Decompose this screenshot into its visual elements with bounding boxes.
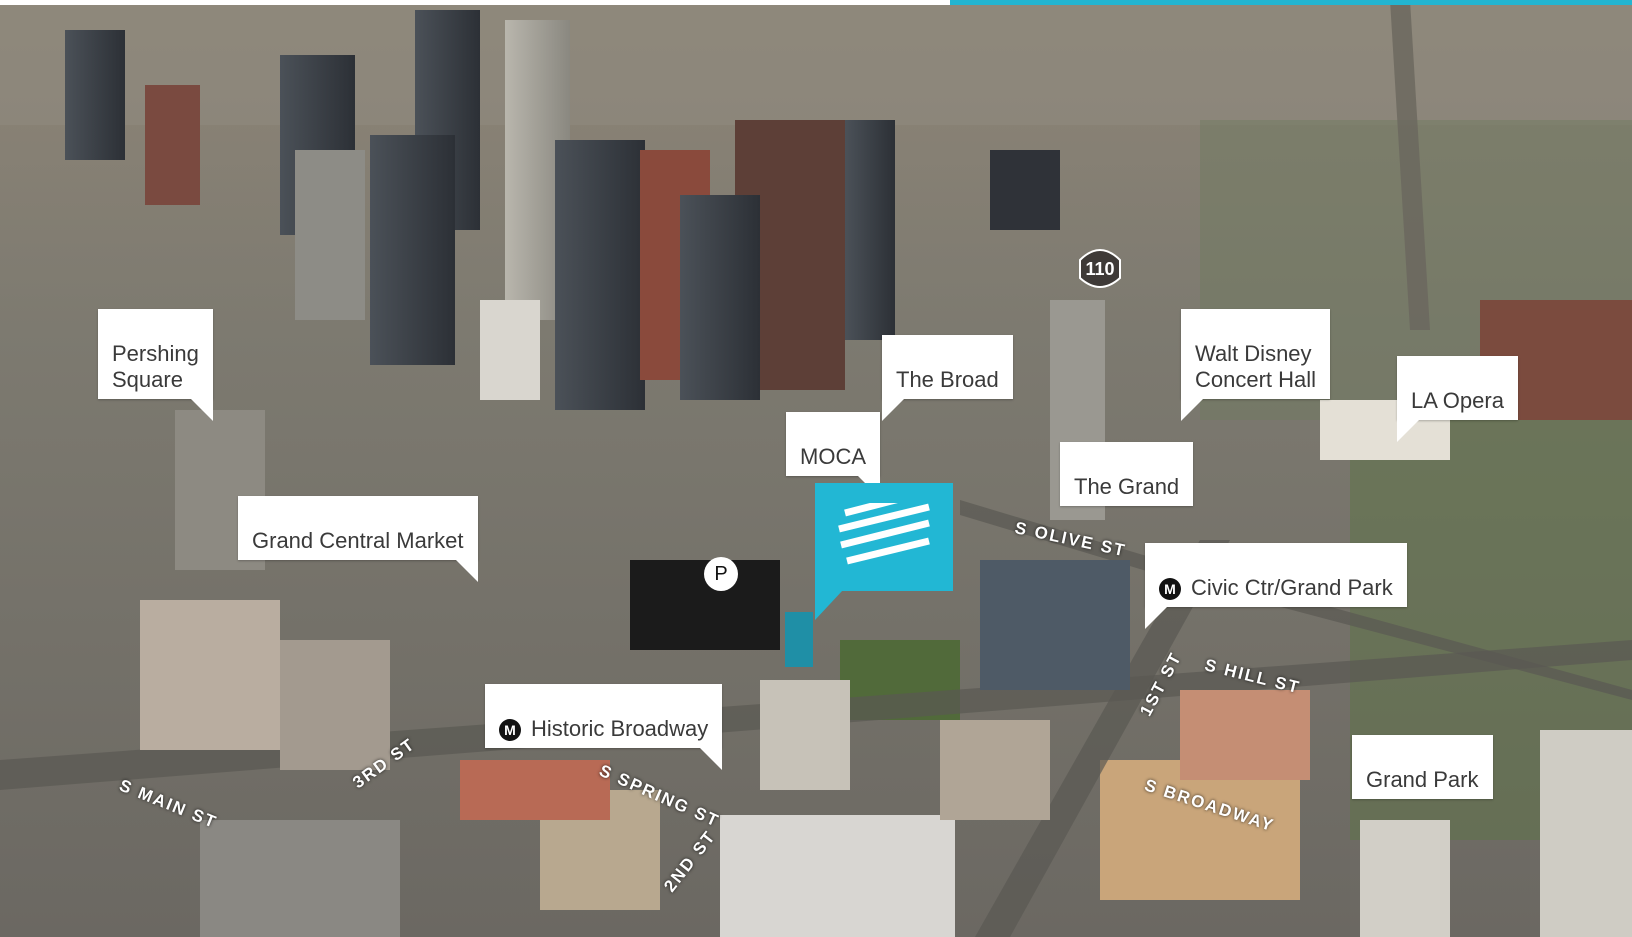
label-moca-text: MOCA — [800, 444, 866, 469]
label-pershing-square-text: Pershing Square — [112, 341, 199, 392]
label-the-grand-text: The Grand — [1074, 474, 1180, 499]
top-bar-white — [0, 0, 950, 5]
label-moca: MOCA — [786, 412, 880, 498]
label-grand-park-text: Grand Park — [1366, 767, 1479, 792]
label-walt-disney-concert-hall: Walt Disney Concert Hall — [1181, 309, 1331, 421]
metro-icon: M — [499, 719, 521, 741]
label-grand-central-market-text: Grand Central Market — [252, 528, 464, 553]
label-la-opera-text: LA Opera — [1411, 388, 1504, 413]
label-historic-broadway-text: Historic Broadway — [531, 716, 709, 741]
label-the-broad: The Broad — [882, 335, 1013, 421]
label-the-broad-text: The Broad — [896, 367, 999, 392]
label-civic-center-text: Civic Ctr/Grand Park — [1191, 575, 1393, 600]
label-walt-disney-text: Walt Disney Concert Hall — [1195, 341, 1317, 392]
label-historic-broadway: M Historic Broadway — [485, 684, 723, 770]
label-the-grand: The Grand — [1060, 442, 1194, 506]
parking-icon: P — [704, 557, 738, 591]
project-logo-icon — [838, 503, 930, 565]
project-marker-pointer — [815, 590, 843, 620]
highway-110-shield-icon: 110 — [1076, 246, 1124, 292]
label-civic-center: M Civic Ctr/Grand Park — [1145, 543, 1407, 629]
project-marker — [815, 483, 953, 591]
top-bar-accent — [950, 0, 1632, 5]
label-grand-central-market: Grand Central Market — [238, 496, 478, 582]
metro-icon: M — [1159, 578, 1181, 600]
aerial-map: Pershing Square The Broad Walt Disney Co… — [0, 0, 1632, 937]
label-pershing-square: Pershing Square — [98, 309, 213, 421]
label-la-opera: LA Opera — [1397, 356, 1518, 442]
label-grand-park: Grand Park — [1352, 735, 1493, 799]
highway-number: 110 — [1085, 259, 1115, 279]
